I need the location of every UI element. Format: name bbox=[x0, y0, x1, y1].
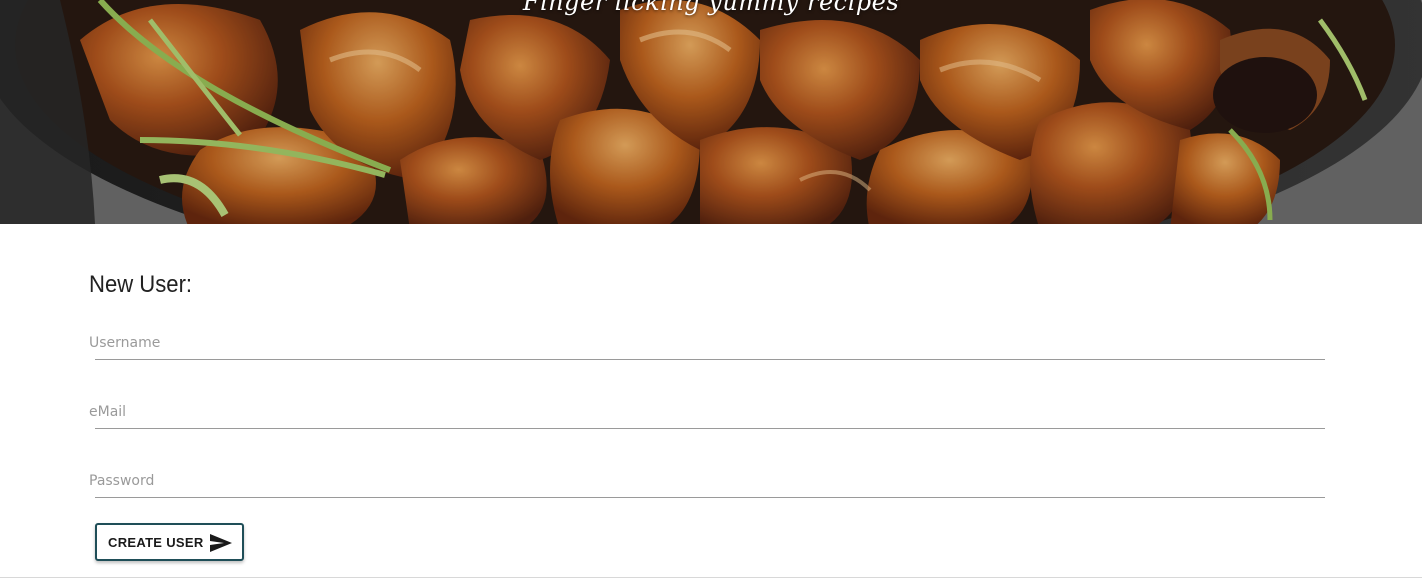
username-underline bbox=[95, 359, 1325, 360]
password-field-wrapper bbox=[89, 468, 1325, 498]
username-input[interactable] bbox=[89, 330, 1325, 356]
hero-tagline: Finger licking yummy recipes bbox=[522, 0, 900, 16]
form-title: New User: bbox=[89, 271, 193, 298]
bottom-divider bbox=[0, 577, 1422, 578]
username-field-wrapper bbox=[89, 330, 1325, 360]
password-underline bbox=[95, 497, 1325, 498]
email-underline bbox=[95, 428, 1325, 429]
email-field-wrapper bbox=[89, 399, 1325, 429]
password-input[interactable] bbox=[89, 468, 1325, 494]
create-user-label: CREATE USER bbox=[108, 534, 204, 550]
hero-food-image bbox=[0, 0, 1422, 224]
create-user-button[interactable]: CREATE USER bbox=[95, 523, 244, 561]
send-icon bbox=[210, 534, 232, 555]
hero-banner: Finger licking yummy recipes bbox=[0, 0, 1422, 224]
email-input[interactable] bbox=[89, 399, 1325, 425]
